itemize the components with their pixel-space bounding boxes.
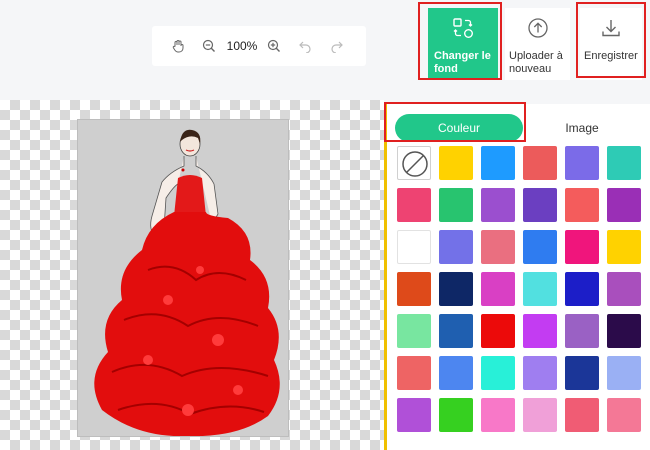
tab-couleur[interactable]: Couleur xyxy=(395,114,523,142)
tab-image[interactable]: Image xyxy=(537,114,627,142)
color-swatch[interactable] xyxy=(523,188,557,222)
color-swatch[interactable] xyxy=(565,314,599,348)
color-swatch[interactable] xyxy=(565,146,599,180)
save-label: Enregistrer xyxy=(584,50,638,62)
color-swatch[interactable] xyxy=(397,356,431,390)
change-background-button[interactable]: Changer le fond xyxy=(428,8,498,80)
upload-icon xyxy=(527,17,549,44)
color-swatch[interactable] xyxy=(607,272,641,306)
color-swatch[interactable] xyxy=(607,230,641,264)
color-swatch[interactable] xyxy=(523,398,557,432)
color-swatch[interactable] xyxy=(439,230,473,264)
zoom-level: 100% xyxy=(226,39,258,53)
color-swatch[interactable] xyxy=(607,146,641,180)
color-swatch[interactable] xyxy=(523,272,557,306)
upload-again-button[interactable]: Uploader à nouveau xyxy=(505,8,570,80)
color-swatch[interactable] xyxy=(481,272,515,306)
background-panel: Couleur Image xyxy=(384,104,650,450)
hand-tool-icon[interactable] xyxy=(166,26,190,66)
top-toolbar: 100% Changer le fond Uploader à nouveau … xyxy=(0,0,650,100)
color-swatch[interactable] xyxy=(607,356,641,390)
color-swatch[interactable] xyxy=(481,398,515,432)
upload-again-label: Uploader à nouveau xyxy=(509,50,563,75)
no-color-swatch[interactable] xyxy=(397,146,431,180)
change-background-label: Changer le fond xyxy=(434,50,491,75)
color-swatch[interactable] xyxy=(481,314,515,348)
color-swatch[interactable] xyxy=(523,230,557,264)
color-swatch[interactable] xyxy=(607,398,641,432)
change-background-icon xyxy=(452,17,474,44)
color-swatch[interactable] xyxy=(565,188,599,222)
color-swatch[interactable] xyxy=(607,314,641,348)
color-swatch[interactable] xyxy=(565,356,599,390)
color-swatch[interactable] xyxy=(523,146,557,180)
download-icon xyxy=(600,17,622,44)
redo-icon[interactable] xyxy=(326,26,348,66)
color-swatch[interactable] xyxy=(439,398,473,432)
color-swatch[interactable] xyxy=(397,188,431,222)
color-swatch[interactable] xyxy=(565,272,599,306)
color-swatch[interactable] xyxy=(481,356,515,390)
color-swatch[interactable] xyxy=(607,188,641,222)
undo-icon[interactable] xyxy=(294,26,316,66)
color-swatch[interactable] xyxy=(481,230,515,264)
color-swatch[interactable] xyxy=(397,314,431,348)
uploaded-photo xyxy=(77,119,289,437)
zoom-in-icon[interactable] xyxy=(263,26,285,66)
color-swatch[interactable] xyxy=(439,146,473,180)
color-swatch[interactable] xyxy=(439,314,473,348)
color-swatch[interactable] xyxy=(565,230,599,264)
color-swatch[interactable] xyxy=(481,146,515,180)
color-swatch[interactable] xyxy=(523,314,557,348)
color-swatch[interactable] xyxy=(565,398,599,432)
color-swatch[interactable] xyxy=(481,188,515,222)
color-swatch[interactable] xyxy=(397,398,431,432)
zoom-out-icon[interactable] xyxy=(198,26,220,66)
save-button[interactable]: Enregistrer xyxy=(580,8,642,80)
color-swatch[interactable] xyxy=(397,272,431,306)
color-swatch[interactable] xyxy=(439,356,473,390)
color-swatch[interactable] xyxy=(439,272,473,306)
color-swatch[interactable] xyxy=(439,188,473,222)
color-swatch[interactable] xyxy=(397,230,431,264)
zoom-toolbar: 100% xyxy=(152,26,366,66)
color-swatch[interactable] xyxy=(523,356,557,390)
